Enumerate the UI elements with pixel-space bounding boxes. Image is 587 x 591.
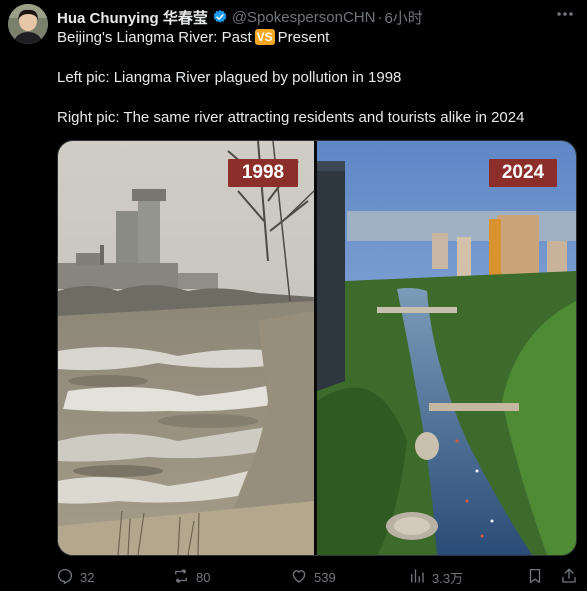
tweet-text: Beijing's Liangma River: Past VS Present L… [57, 28, 577, 128]
year-badge-1998: 1998 [228, 159, 298, 187]
retweet-icon [172, 567, 190, 588]
share-icon [560, 567, 578, 588]
heart-icon [290, 567, 308, 588]
tweet-line-title: Beijing's Liangma River: Past VS Present [57, 28, 577, 48]
reply-count: 32 [80, 569, 95, 585]
title-present: Present [277, 29, 330, 46]
bookmark-button[interactable] [526, 566, 544, 588]
like-count: 539 [314, 569, 336, 585]
views-button[interactable]: 3.3万 [408, 566, 463, 588]
reply-icon [56, 567, 74, 588]
retweet-count: 80 [196, 569, 211, 585]
verified-badge-icon [212, 9, 228, 25]
retweet-button[interactable]: 80 [172, 566, 210, 588]
views-chart-icon [408, 567, 426, 588]
bookmark-icon [526, 567, 544, 588]
like-button[interactable]: 539 [290, 566, 336, 588]
photo-1998[interactable]: 1998 [58, 141, 314, 555]
tweet-media[interactable]: 1998 2024 [57, 140, 577, 556]
avatar[interactable] [8, 4, 48, 44]
author-name[interactable]: Hua Chunying 华春莹 [57, 7, 208, 28]
tweet: Hua Chunying 华春莹 @SpokespersonCHN · 6小时 … [0, 0, 587, 591]
tweet-line-left-pic: Left pic: Liangma River plagued by pollu… [57, 69, 402, 86]
vs-badge: VS [254, 29, 275, 45]
header-separator: · [377, 8, 383, 26]
year-badge-2024: 2024 [489, 159, 557, 187]
reply-button[interactable]: 32 [56, 566, 94, 588]
tweet-timestamp[interactable]: 6小时 [384, 7, 422, 28]
share-button[interactable] [560, 566, 578, 588]
views-count: 3.3万 [432, 570, 464, 586]
tweet-line-right-pic: Right pic: The same river attracting res… [57, 109, 525, 126]
author-handle[interactable]: @SpokespersonCHN [232, 9, 376, 26]
title-past: Beijing's Liangma River: Past [57, 29, 252, 46]
tweet-header: Hua Chunying 华春莹 @SpokespersonCHN · 6小时 [57, 7, 577, 27]
more-options-icon[interactable] [553, 4, 577, 24]
photo-2024[interactable]: 2024 [317, 141, 576, 555]
tweet-actions: 32 80 539 3.3万 [52, 566, 582, 588]
